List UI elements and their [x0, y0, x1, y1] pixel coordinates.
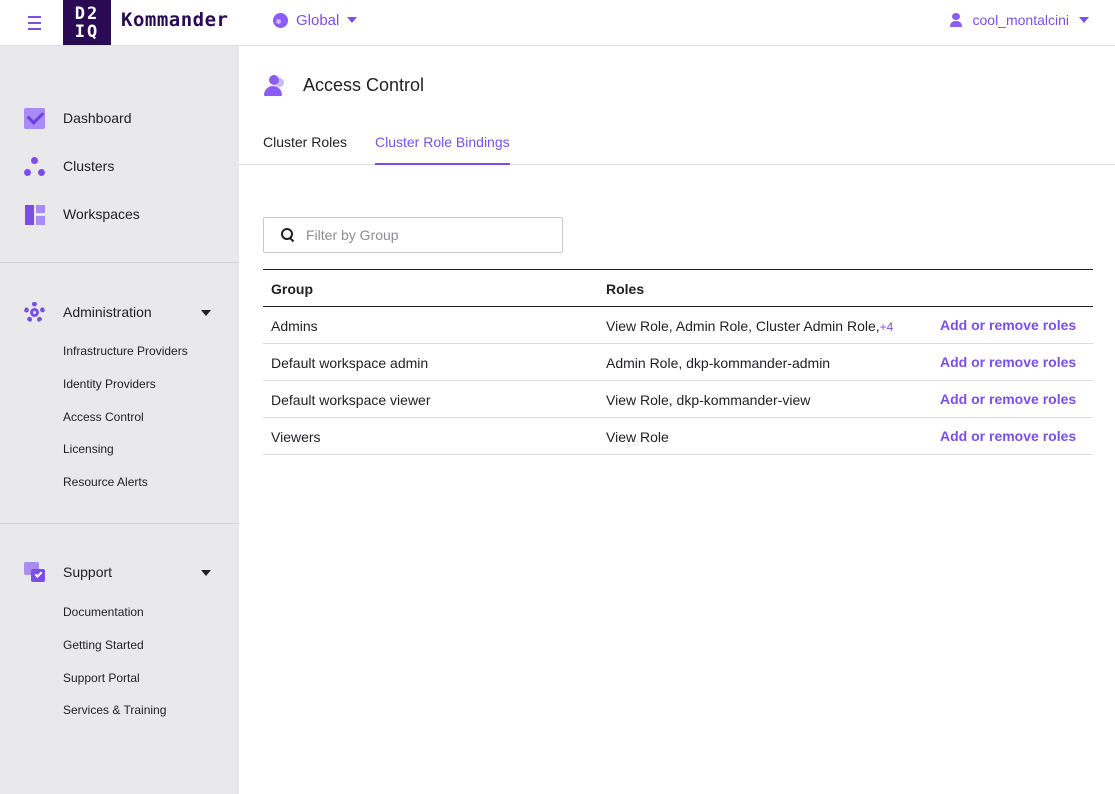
column-header-roles: Roles [606, 281, 645, 297]
sidebar-item-clusters[interactable]: Clusters [24, 154, 114, 178]
table-row: Admins View Role, Admin Role, Cluster Ad… [263, 307, 1093, 344]
sidebar-section-administration[interactable]: Administration [24, 300, 152, 324]
sidebar-item-identity-providers[interactable]: Identity Providers [63, 376, 156, 392]
add-remove-roles-link[interactable]: Add or remove roles [940, 354, 1076, 370]
dashboard-icon [24, 107, 45, 129]
group-cell: Admins [271, 318, 318, 334]
sidebar-item-workspaces[interactable]: Workspaces [24, 202, 140, 226]
sidebar-item-access-control[interactable]: Access Control [63, 409, 144, 425]
sidebar: Dashboard Clusters Workspaces Administra… [0, 46, 239, 794]
sidebar-section-label: Administration [63, 304, 152, 320]
sidebar-item-licensing[interactable]: Licensing [63, 441, 114, 457]
username: cool_montalcini [972, 12, 1070, 28]
tab-cluster-role-bindings[interactable]: Cluster Role Bindings [375, 134, 510, 165]
group-cell: Default workspace admin [271, 355, 429, 371]
user-icon [949, 13, 963, 27]
chevron-down-icon [1079, 17, 1089, 23]
sidebar-item-label: Workspaces [63, 206, 140, 222]
sidebar-item-services-training[interactable]: Services & Training [63, 702, 166, 718]
add-remove-roles-link[interactable]: Add or remove roles [940, 317, 1076, 333]
logo-line-1: D2 [74, 3, 100, 24]
menu-icon[interactable] [24, 12, 46, 34]
scope-label: Global [296, 11, 340, 29]
chevron-down-icon[interactable] [201, 570, 211, 576]
chevron-down-icon[interactable] [201, 310, 211, 316]
group-cell: Default workspace viewer [271, 392, 431, 408]
access-control-icon [263, 74, 286, 97]
sidebar-item-label: Clusters [63, 158, 115, 174]
clusters-icon [24, 156, 45, 177]
table-header: Group Roles [263, 270, 1093, 307]
brand-name[interactable]: Kommander [121, 9, 228, 31]
filter-input[interactable] [306, 227, 546, 243]
workspaces-icon [24, 204, 45, 225]
tab-cluster-roles[interactable]: Cluster Roles [263, 134, 347, 165]
role-bindings-table: Group Roles Admins View Role, Admin Role… [263, 269, 1093, 455]
filter-field[interactable] [263, 217, 563, 253]
page-title: Access Control [303, 74, 425, 95]
search-icon [281, 228, 295, 242]
table-row: Default workspace viewer View Role, dkp-… [263, 381, 1093, 418]
top-bar: D2 IQ Kommander Global cool_montalcini [0, 0, 1115, 46]
table-row: Default workspace admin Admin Role, dkp-… [263, 344, 1093, 381]
chevron-down-icon [347, 17, 358, 23]
sidebar-item-infrastructure-providers[interactable]: Infrastructure Providers [63, 343, 188, 359]
add-remove-roles-link[interactable]: Add or remove roles [940, 391, 1076, 407]
support-icon [24, 561, 45, 583]
gear-icon [24, 301, 45, 323]
sidebar-divider [0, 262, 239, 263]
user-menu[interactable]: cool_montalcini [949, 10, 1089, 30]
group-cell: Viewers [271, 429, 321, 445]
page-header: Access Control [263, 72, 424, 98]
roles-cell: View Role, dkp-kommander-view [606, 392, 811, 408]
sidebar-divider [0, 523, 239, 524]
sidebar-item-dashboard[interactable]: Dashboard [24, 106, 132, 130]
globe-icon [273, 12, 288, 28]
roles-cell: View Role, Admin Role, Cluster Admin Rol… [606, 318, 893, 334]
sidebar-section-support[interactable]: Support [24, 560, 112, 584]
roles-cell: Admin Role, dkp-kommander-admin [606, 355, 831, 371]
more-roles-badge[interactable]: +4 [880, 320, 894, 334]
tab-bar: Cluster Roles Cluster Role Bindings [239, 125, 1115, 165]
add-remove-roles-link[interactable]: Add or remove roles [940, 428, 1076, 444]
sidebar-item-support-portal[interactable]: Support Portal [63, 670, 140, 686]
logo-line-2: IQ [74, 21, 100, 42]
d2iq-logo[interactable]: D2 IQ [63, 0, 111, 45]
roles-text: View Role, Admin Role, Cluster Admin Rol… [606, 318, 880, 334]
scope-selector[interactable]: Global [273, 10, 358, 30]
table-row: Viewers View Role Add or remove roles [263, 418, 1093, 455]
column-header-group: Group [271, 281, 313, 297]
sidebar-item-resource-alerts[interactable]: Resource Alerts [63, 474, 148, 490]
sidebar-section-label: Support [63, 564, 113, 580]
sidebar-item-documentation[interactable]: Documentation [63, 604, 144, 620]
sidebar-item-label: Dashboard [63, 110, 132, 126]
sidebar-item-getting-started[interactable]: Getting Started [63, 637, 144, 653]
roles-cell: View Role [606, 429, 669, 445]
